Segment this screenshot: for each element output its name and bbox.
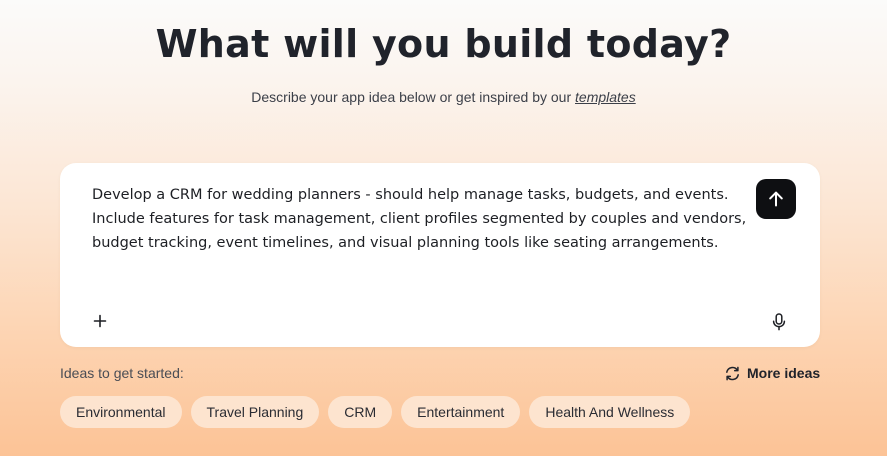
more-ideas-button[interactable]: More ideas xyxy=(724,363,820,383)
idea-chip-entertainment[interactable]: Entertainment xyxy=(401,396,521,428)
idea-chip-crm[interactable]: CRM xyxy=(328,396,393,428)
more-ideas-label: More ideas xyxy=(747,365,821,381)
idea-chip-travel-planning[interactable]: Travel Planning xyxy=(190,396,320,428)
templates-link[interactable]: templates xyxy=(575,89,636,105)
prompt-card xyxy=(60,163,820,347)
voice-input-button[interactable] xyxy=(769,311,789,333)
send-button[interactable] xyxy=(756,179,796,219)
microphone-icon xyxy=(772,313,786,331)
ideas-label: Ideas to get started: xyxy=(60,365,184,381)
refresh-icon xyxy=(726,366,739,380)
prompt-input[interactable] xyxy=(92,183,752,283)
idea-chip-environmental[interactable]: Environmental xyxy=(60,396,182,428)
idea-chip-health-and-wellness[interactable]: Health And Wellness xyxy=(529,396,691,428)
page-subtitle: Describe your app idea below or get insp… xyxy=(0,89,887,105)
add-attachment-button[interactable] xyxy=(90,311,110,331)
page-title: What will you build today? xyxy=(155,22,732,66)
arrow-up-icon xyxy=(769,191,783,207)
plus-icon xyxy=(93,314,107,328)
idea-chips: Environmental Travel Planning CRM Entert… xyxy=(60,396,691,428)
subtitle-text: Describe your app idea below or get insp… xyxy=(251,89,576,105)
